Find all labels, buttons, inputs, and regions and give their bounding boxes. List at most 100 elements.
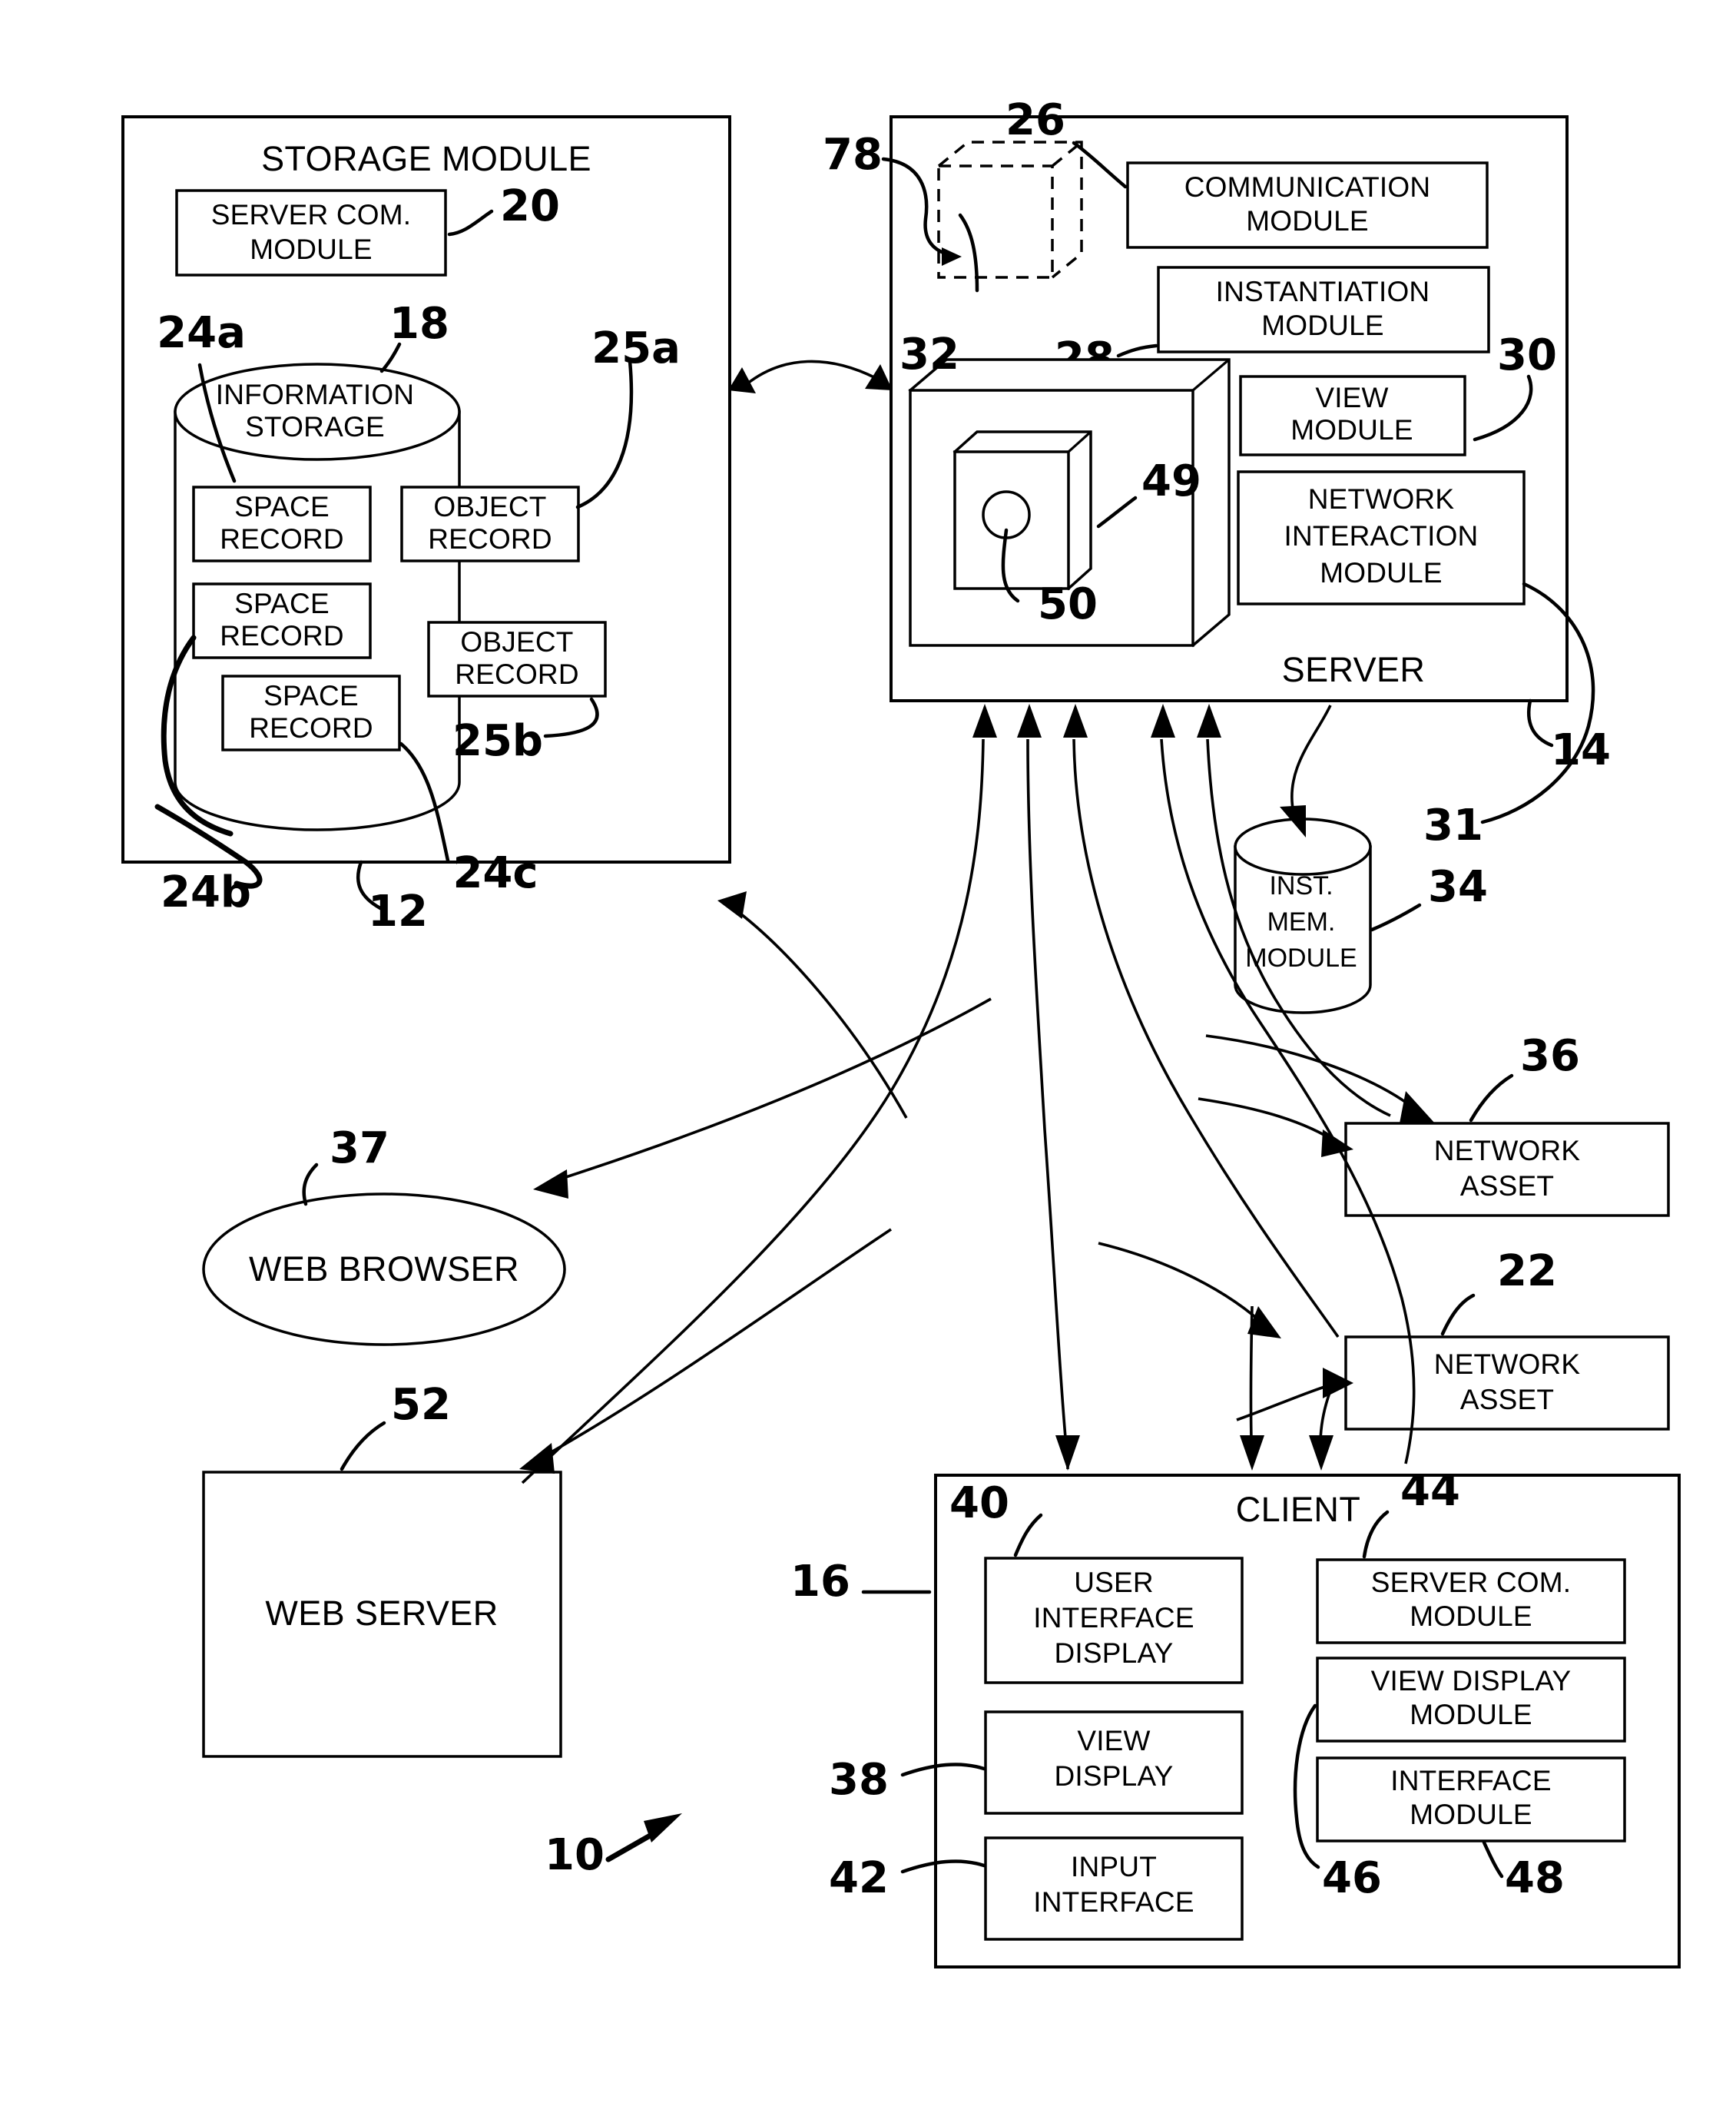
overall-system-ref: 10	[545, 1813, 682, 1880]
storage-server-link-path	[745, 360, 876, 386]
web-server-label: WEB SERVER	[265, 1594, 498, 1633]
object-record-b-label-2: RECORD	[455, 658, 579, 690]
space-record-b-label-1: SPACE	[234, 588, 330, 619]
ref-52-leader	[340, 1421, 386, 1471]
ref-14-leader	[1526, 698, 1554, 748]
space-record-b-label-2: RECORD	[220, 620, 344, 652]
link-to-storage-lower-path	[730, 905, 908, 1119]
server-title: SERVER	[1282, 650, 1426, 689]
ref-26: 26	[1005, 95, 1065, 145]
interface-module-label-2: MODULE	[1410, 1799, 1532, 1830]
space-record-c: SPACE RECORD	[221, 675, 401, 751]
ref-38: 38	[829, 1755, 889, 1805]
instantiation-module-label-2: MODULE	[1261, 310, 1384, 341]
ref-22-leader	[1440, 1293, 1476, 1336]
ref-37: 37	[330, 1123, 389, 1173]
link-client-to-server-arrowhead-2	[1151, 704, 1175, 738]
client-server-com-module: SERVER COM. MODULE	[1316, 1558, 1626, 1644]
network-asset-2-label-2: ASSET	[1460, 1384, 1554, 1415]
ref-52: 52	[391, 1380, 451, 1430]
storage-module-title: STORAGE MODULE	[261, 139, 591, 178]
web-browser-label: WEB BROWSER	[249, 1249, 519, 1289]
storage-server-com-module-label-1: SERVER COM.	[211, 199, 412, 231]
interface-module-label-1: INTERFACE	[1390, 1765, 1551, 1796]
inst-mem-module: INST. MEM. MODULE	[1234, 818, 1372, 1014]
client-title: CLIENT	[1236, 1490, 1360, 1529]
ref-30: 30	[1497, 330, 1557, 380]
ref-24a: 24a	[157, 308, 246, 358]
view-module: VIEW MODULE	[1239, 375, 1466, 456]
link-asset36-top-path	[1205, 1034, 1421, 1114]
communication-module-label-1: COMMUNICATION	[1184, 171, 1431, 203]
client-block: CLIENT USER INTERFACE DISPLAY 40 VIEW DI…	[829, 1466, 1681, 1968]
link-asset36-to-server-arrowhead	[1197, 704, 1221, 738]
ref-48: 48	[1505, 1853, 1565, 1903]
inst-mem-module-label-2: MEM.	[1267, 907, 1336, 937]
client-server-com-module-label-2: MODULE	[1410, 1600, 1532, 1632]
link-server-to-webserver-arrowhead	[972, 704, 997, 738]
instantiation-module-label-1: INSTANTIATION	[1216, 276, 1430, 307]
inst-mem-module-label-3: MODULE	[1245, 944, 1357, 973]
ref-49: 49	[1141, 456, 1201, 506]
client-top-path-2	[1249, 1305, 1254, 1464]
view-display-module-label-2: MODULE	[1410, 1699, 1532, 1730]
ref-10: 10	[545, 1830, 605, 1880]
ref-40: 40	[949, 1478, 1009, 1528]
ref-16: 16	[790, 1557, 850, 1607]
object-record-a: OBJECT RECORD	[400, 486, 580, 562]
object-record-a-label-2: RECORD	[428, 523, 552, 555]
space-record-c-label-2: RECORD	[249, 712, 373, 744]
ref-34: 34	[1428, 862, 1488, 912]
user-interface-display: USER INTERFACE DISPLAY	[984, 1557, 1244, 1684]
space-record-c-label-1: SPACE	[263, 680, 359, 711]
network-interaction-module-label-1: NETWORK	[1308, 483, 1455, 515]
ref-34-leader	[1370, 903, 1422, 932]
link-asset22-topleft-path	[1098, 1242, 1271, 1331]
object-record-b: OBJECT RECORD	[427, 621, 607, 698]
network-asset-1: NETWORK ASSET	[1344, 1122, 1670, 1217]
link-server-to-asset22-arrowhead	[1063, 704, 1088, 738]
storage-server-com-module-label-2: MODULE	[250, 234, 373, 265]
network-asset-1-label-2: ASSET	[1460, 1170, 1554, 1202]
information-storage-label-2: STORAGE	[245, 411, 385, 443]
inst-mem-module-label-1: INST.	[1269, 871, 1333, 900]
ref-12: 12	[368, 887, 428, 937]
client-top-arrowhead-1	[1055, 1435, 1080, 1471]
input-interface: INPUT INTERFACE	[984, 1836, 1244, 1941]
user-interface-display-label-2: INTERFACE	[1033, 1602, 1194, 1633]
storage-module-block: STORAGE MODULE SERVER COM. MODULE 20 INF…	[121, 115, 731, 937]
ref-18: 18	[389, 299, 449, 349]
space-record-a-label-2: RECORD	[220, 523, 344, 555]
ref-78: 78	[823, 130, 883, 180]
network-asset-1-label-1: NETWORK	[1434, 1135, 1581, 1166]
view-display-label-2: DISPLAY	[1055, 1760, 1174, 1792]
server-to-instmem-path	[1290, 705, 1332, 814]
input-interface-label-2: INTERFACE	[1033, 1886, 1194, 1918]
ref-25b: 25b	[452, 716, 543, 766]
storage-server-link-arrow-right	[865, 364, 893, 390]
ref-14: 14	[1551, 725, 1611, 775]
link-client-to-server-path-1	[1026, 738, 1069, 1464]
ref-46: 46	[1322, 1853, 1382, 1903]
client-server-com-module-label-1: SERVER COM.	[1371, 1567, 1572, 1598]
ref-22: 22	[1497, 1246, 1557, 1296]
ref-42: 42	[829, 1853, 889, 1903]
object-record-a-label-1: OBJECT	[433, 491, 546, 522]
link-to-webserver-path	[537, 1228, 892, 1461]
ref-32: 32	[899, 330, 959, 380]
ref-20: 20	[500, 181, 560, 231]
web-server: WEB SERVER	[202, 1471, 562, 1758]
network-interaction-module-label-2: INTERACTION	[1284, 520, 1479, 552]
view-module-label-2: MODULE	[1290, 414, 1413, 446]
space-record-a-label-1: SPACE	[234, 491, 330, 522]
ref-25a: 25a	[591, 323, 681, 373]
input-interface-label-1: INPUT	[1071, 1851, 1157, 1882]
link-asset36-top-arrowhead	[1400, 1091, 1435, 1123]
virtual-object-3d	[952, 430, 1092, 591]
link-client-to-server-arrowhead-1	[1017, 704, 1042, 738]
view-display: VIEW DISPLAY	[984, 1710, 1244, 1815]
ref-36: 36	[1520, 1031, 1580, 1081]
network-interaction-module-label-3: MODULE	[1320, 557, 1443, 589]
link-to-storage-lower-arrowhead	[717, 891, 747, 919]
communication-module-label-2: MODULE	[1246, 205, 1369, 237]
